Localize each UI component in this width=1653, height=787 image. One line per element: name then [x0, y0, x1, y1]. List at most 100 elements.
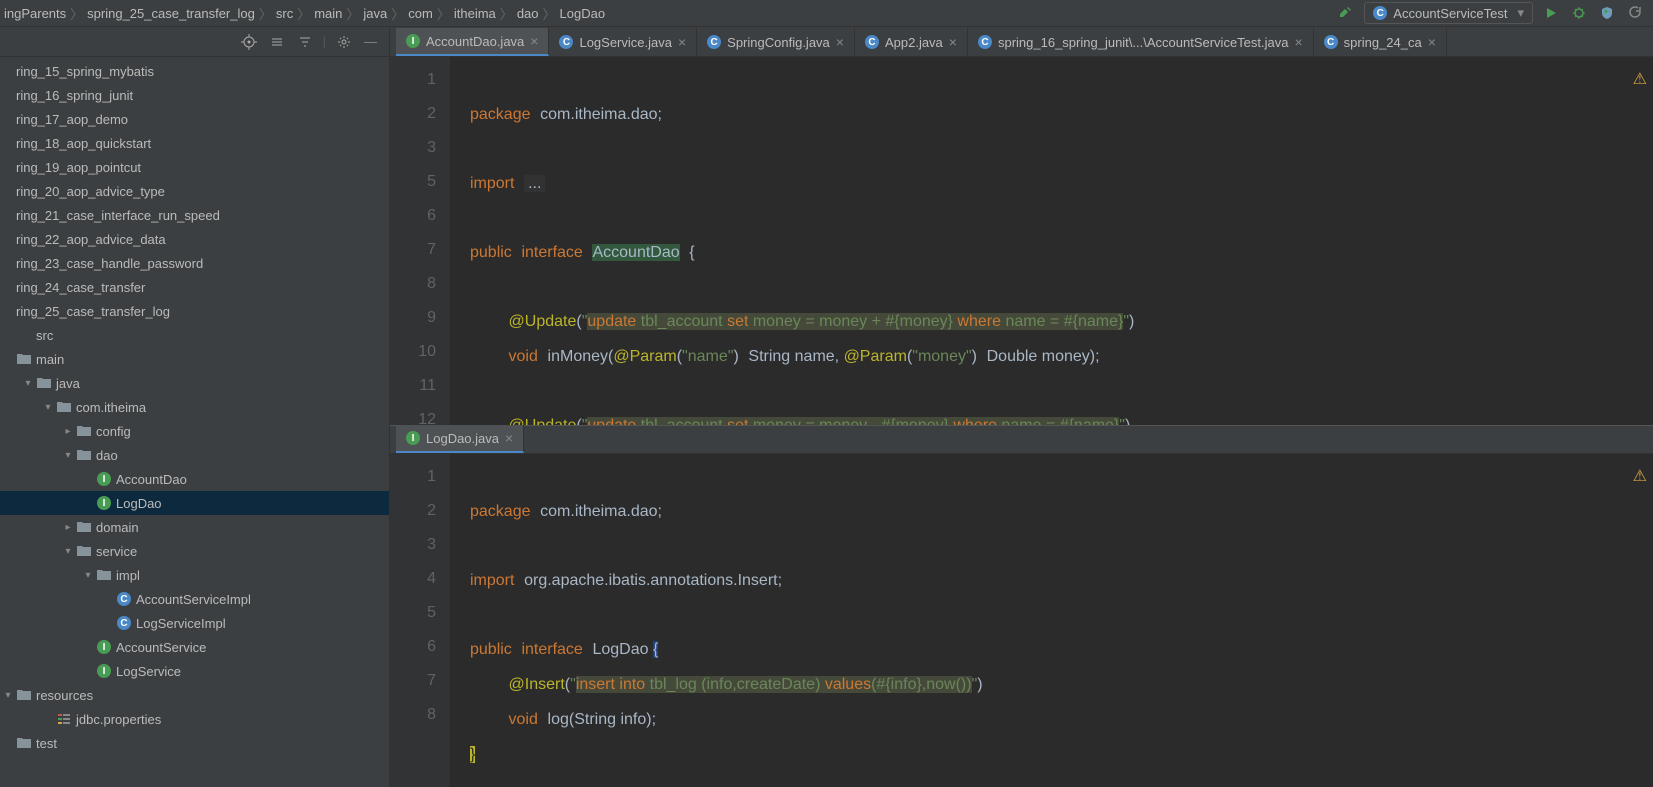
tab-label: LogService.java	[579, 35, 672, 50]
code-area-bottom[interactable]: 12345678 package com.itheima.dao; import…	[390, 454, 1653, 787]
tree-row[interactable]: src	[0, 323, 389, 347]
breadcrumb[interactable]: ingParents〉spring_25_case_transfer_log〉s…	[0, 4, 1336, 23]
breadcrumb-item[interactable]: itheima	[454, 6, 496, 21]
editor-tab[interactable]: IAccountDao.java×	[396, 28, 549, 56]
breadcrumb-item[interactable]: ingParents	[4, 6, 66, 21]
code-bottom[interactable]: package com.itheima.dao; import org.apac…	[450, 454, 1653, 787]
run-icon[interactable]	[1541, 3, 1561, 23]
tree-row[interactable]: I AccountService	[0, 635, 389, 659]
tree-row[interactable]: ring_18_aop_quickstart	[0, 131, 389, 155]
tree-label: com.itheima	[76, 400, 146, 415]
editor-area: IAccountDao.java×CLogService.java×CSprin…	[390, 27, 1653, 787]
tree-row[interactable]: ring_24_case_transfer	[0, 275, 389, 299]
tree-row[interactable]: ring_17_aop_demo	[0, 107, 389, 131]
debug-icon[interactable]	[1569, 3, 1589, 23]
close-icon[interactable]: ×	[836, 34, 844, 50]
tree-label: ring_19_aop_pointcut	[16, 160, 141, 175]
breadcrumb-item[interactable]: spring_25_case_transfer_log	[87, 6, 255, 21]
close-icon[interactable]: ×	[949, 34, 957, 50]
tree-label: ring_16_spring_junit	[16, 88, 133, 103]
tree-row[interactable]: ring_15_spring_mybatis	[0, 59, 389, 83]
tree-label: ring_22_aop_advice_data	[16, 232, 166, 247]
tree-row[interactable]: ILogService	[0, 659, 389, 683]
topbar: ingParents〉spring_25_case_transfer_log〉s…	[0, 0, 1653, 27]
tree-arrow-icon[interactable]: ▸	[60, 426, 76, 437]
tree-label: ring_15_spring_mybatis	[16, 64, 154, 79]
tree-row[interactable]: ▾ impl	[0, 563, 389, 587]
tree-row[interactable]: CAccountServiceImpl	[0, 587, 389, 611]
editor-tab[interactable]: ILogDao.java×	[396, 425, 524, 453]
class-icon: C	[559, 35, 573, 49]
breadcrumb-item[interactable]: LogDao	[560, 6, 606, 21]
warning-icon[interactable]: ⚠	[1633, 460, 1647, 494]
tree-row[interactable]: ▾ com.itheima	[0, 395, 389, 419]
editor-tab[interactable]: CApp2.java×	[855, 28, 968, 56]
tree-label: LogServiceImpl	[136, 616, 226, 631]
coverage-icon[interactable]	[1597, 3, 1617, 23]
folder-icon	[16, 687, 32, 703]
locate-icon[interactable]	[239, 32, 259, 52]
tree-row[interactable]: CLogServiceImpl	[0, 611, 389, 635]
tree-row[interactable]: ▸domain	[0, 515, 389, 539]
code-area-top[interactable]: 12356789101112 package com.itheima.dao; …	[390, 57, 1653, 425]
tree-arrow-icon[interactable]: ▾	[0, 690, 16, 701]
tree-row[interactable]: ring_20_aop_advice_type	[0, 179, 389, 203]
stop-icon[interactable]	[1625, 3, 1645, 23]
warning-icon[interactable]: ⚠	[1633, 63, 1647, 97]
tree-arrow-icon[interactable]: ▾	[20, 378, 36, 389]
close-icon[interactable]: ×	[530, 33, 538, 49]
breadcrumb-item[interactable]: dao	[517, 6, 539, 21]
tree-arrow-icon[interactable]: ▾	[60, 450, 76, 461]
folder-icon	[56, 399, 72, 415]
class-icon: C	[707, 35, 721, 49]
tree-row[interactable]: ring_25_case_transfer_log	[0, 299, 389, 323]
tree-arrow-icon[interactable]: ▾	[60, 546, 76, 557]
tree-arrow-icon[interactable]: ▾	[80, 570, 96, 581]
tree-arrow-icon[interactable]: ▸	[60, 522, 76, 533]
expand-all-icon[interactable]	[267, 32, 287, 52]
tree-row[interactable]: ▸config	[0, 419, 389, 443]
interface-icon: I	[96, 639, 112, 655]
breadcrumb-item[interactable]: java	[363, 6, 387, 21]
tree-label: impl	[116, 568, 140, 583]
breadcrumb-item[interactable]: main	[314, 6, 342, 21]
tree-row[interactable]: ▾dao	[0, 443, 389, 467]
tree-label: AccountService	[116, 640, 206, 655]
tree-arrow-icon[interactable]: ▾	[40, 402, 56, 413]
properties-icon	[56, 711, 72, 727]
editor-tab[interactable]: C LogService.java ×	[549, 28, 697, 56]
code-top[interactable]: package com.itheima.dao; import ... publ…	[450, 57, 1653, 425]
tree-row[interactable]: ▾ service	[0, 539, 389, 563]
interface-icon: I	[96, 471, 112, 487]
settings-icon[interactable]	[334, 32, 354, 52]
tree-row[interactable]: ring_16_spring_junit	[0, 83, 389, 107]
tree-row[interactable]: ring_19_aop_pointcut	[0, 155, 389, 179]
tree-row[interactable]: ▾resources	[0, 683, 389, 707]
editor-tab[interactable]: Cspring_24_ca×	[1314, 28, 1447, 56]
close-icon[interactable]: ×	[1428, 34, 1436, 50]
project-tree[interactable]: ring_15_spring_mybatis ring_16_spring_jun…	[0, 57, 389, 787]
breadcrumb-item[interactable]: com	[408, 6, 433, 21]
build-icon[interactable]	[1336, 3, 1356, 23]
editor-tab[interactable]: Cspring_16_spring_junit\...\AccountServi…	[968, 28, 1314, 56]
tree-row[interactable]: test	[0, 731, 389, 755]
editor-tab[interactable]: CSpringConfig.java×	[697, 28, 855, 56]
tree-label: main	[36, 352, 64, 367]
collapse-all-icon[interactable]	[295, 32, 315, 52]
breadcrumb-item[interactable]: src	[276, 6, 293, 21]
tab-label: spring_16_spring_junit\...\AccountServic…	[998, 35, 1289, 50]
tree-row[interactable]: IAccountDao	[0, 467, 389, 491]
tree-row[interactable]: ▾java	[0, 371, 389, 395]
close-icon[interactable]: ×	[1294, 34, 1302, 50]
tree-row[interactable]: ring_22_aop_advice_data	[0, 227, 389, 251]
close-icon[interactable]: ×	[505, 430, 513, 446]
tree-label: service	[96, 544, 137, 559]
tree-label: src	[36, 328, 53, 343]
close-icon[interactable]: ×	[678, 34, 686, 50]
tree-row[interactable]: ring_21_case_interface_run_speed	[0, 203, 389, 227]
tree-row[interactable]: main	[0, 347, 389, 371]
tree-row[interactable]: ILogDao	[0, 491, 389, 515]
tree-row[interactable]: ring_23_case_handle_password	[0, 251, 389, 275]
tree-row[interactable]: jdbc.properties	[0, 707, 389, 731]
run-config-selector[interactable]: C AccountServiceTest	[1364, 2, 1533, 24]
